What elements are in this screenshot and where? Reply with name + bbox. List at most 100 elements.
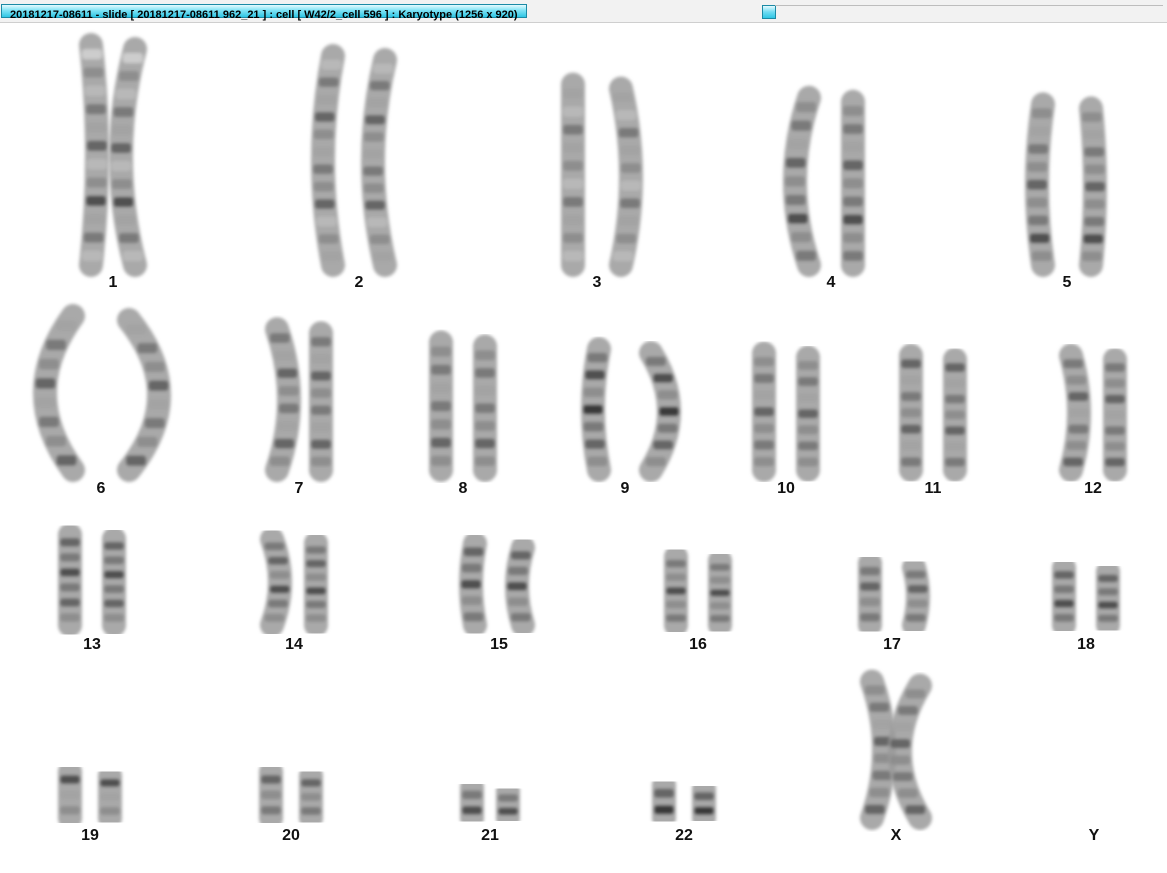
chromosome-homolog-a[interactable] [783, 85, 821, 277]
chromosome-band [666, 559, 686, 568]
chromosome-homolog-a[interactable] [663, 544, 689, 637]
chromosome-pair-y[interactable]: Y [1089, 827, 1100, 844]
chromosome-homolog-b[interactable] [609, 76, 643, 277]
chromosome-band [306, 600, 326, 609]
chromosome-homolog-a[interactable] [33, 304, 85, 482]
chromosome-homolog-b[interactable] [101, 526, 127, 637]
chromosome-homolog-a[interactable] [652, 773, 676, 830]
chromosome-homolog-b[interactable] [1096, 559, 1120, 637]
chromosome-pair-15[interactable]: 15 [459, 531, 535, 653]
chromosome-homolog-b[interactable] [505, 535, 535, 637]
chromosome-pair-16[interactable]: 16 [663, 544, 732, 653]
chromosome-band [892, 772, 913, 782]
chromosome-homolog-b[interactable] [299, 763, 323, 830]
chromosome-band [659, 406, 679, 417]
chromosome-homolog-b[interactable] [472, 334, 498, 482]
chromosome-homolog-b[interactable] [98, 763, 122, 830]
chromosome-homolog-b[interactable] [308, 321, 334, 482]
chromosome-pair-8[interactable]: 8 [428, 330, 498, 497]
chromosome-homolog-a[interactable] [460, 775, 484, 830]
chromosome-pair-4[interactable]: 4 [783, 85, 866, 291]
chromosome-homolog-a[interactable] [260, 527, 292, 637]
chromosome-band [86, 159, 107, 170]
chromosome-band [754, 440, 774, 450]
chromosome-band [872, 719, 893, 729]
chromosome-pair-14[interactable]: 14 [260, 527, 329, 653]
chromosome-homolog-a[interactable] [898, 343, 924, 482]
chromosome-pair-13[interactable]: 13 [57, 522, 127, 653]
chromosome-label: 17 [883, 636, 901, 653]
chromosome-homolog-a[interactable] [57, 522, 83, 637]
chromosome-band [796, 101, 817, 113]
chromosome-pair-22[interactable]: 22 [652, 773, 716, 844]
chromosome-homolog-a[interactable] [258, 759, 283, 830]
chromosome-homolog-b[interactable] [109, 37, 147, 277]
chromosome-band [45, 339, 66, 351]
chromosome-pair-6[interactable]: 6 [33, 304, 171, 497]
chromosome-band [901, 424, 921, 434]
chromosome-band [35, 378, 56, 389]
chromosome-homolog-a[interactable] [58, 759, 82, 830]
chromosome-band [616, 110, 637, 120]
chromosome-pair-9[interactable]: 9 [581, 337, 681, 497]
chromosome-homolog-a[interactable] [751, 341, 776, 482]
chromosome-band [1054, 613, 1074, 622]
chromosome-homolog-b[interactable] [639, 341, 681, 482]
chromosome-pair-21[interactable]: 21 [460, 775, 520, 844]
chromosome-pair-5[interactable]: 5 [1025, 92, 1107, 291]
chromosome-band [872, 770, 893, 781]
chromosome-pair-7[interactable]: 7 [265, 317, 334, 497]
chromosome-homolog-a[interactable] [1059, 343, 1091, 482]
chromosome-pair-18[interactable]: 18 [1052, 555, 1120, 653]
chromosome-homolog-b[interactable] [303, 531, 329, 637]
chromosome-homolog-a[interactable] [265, 317, 301, 482]
chromosome-pair-2[interactable]: 2 [311, 44, 397, 291]
chromosome-pair-11[interactable]: 11 [898, 343, 968, 497]
chromosome-homolog-b[interactable] [707, 548, 732, 637]
chromosome-band [587, 352, 608, 363]
chromosome-pair-x[interactable]: X [860, 669, 932, 844]
chromosome-body [33, 304, 85, 482]
chromosome-homolog-b[interactable] [840, 89, 866, 277]
chromosome-homolog-a[interactable] [311, 44, 345, 277]
chromosome-homolog-b[interactable] [361, 48, 397, 277]
chromosome-band [115, 215, 136, 225]
chromosome-homolog-b[interactable] [888, 673, 932, 830]
chromosome-homolog-a[interactable] [459, 531, 487, 637]
chromosome-pair-12[interactable]: 12 [1059, 343, 1127, 497]
chromosome-band [264, 542, 285, 551]
chromosome-homolog-a[interactable] [560, 72, 586, 277]
chromosome-body [260, 527, 292, 637]
chromosome-homolog-b[interactable] [902, 555, 930, 637]
chromosome-homolog-b[interactable] [1079, 96, 1107, 277]
chromosome-band [666, 587, 686, 595]
chromosome-pair-19[interactable]: 19 [58, 759, 122, 844]
chromosome-homolog-b[interactable] [117, 308, 171, 482]
chromosome-homolog-a[interactable] [79, 33, 109, 277]
chromosome-band [83, 232, 104, 243]
chromosome-homolog-b[interactable] [795, 345, 820, 482]
chromosome-homolog-b[interactable] [942, 347, 968, 482]
chromosome-band [268, 556, 288, 565]
chromosome-homolog-a[interactable] [428, 330, 454, 482]
chromosome-homolog-b[interactable] [1102, 347, 1127, 482]
chromosome-homolog-a[interactable] [581, 337, 611, 482]
chromosome-band [907, 585, 928, 593]
chromosome-homolog-a[interactable] [1052, 555, 1076, 637]
chromosome-band [860, 582, 880, 591]
chromosome-homolog-a[interactable] [1025, 92, 1055, 277]
chromosome-label: 9 [621, 480, 630, 497]
chromosome-band [431, 382, 451, 393]
chromosome-homolog-a[interactable] [858, 551, 882, 637]
chromosome-pair-3[interactable]: 3 [560, 72, 643, 291]
chromosome-homolog-b[interactable] [496, 779, 520, 830]
chromosome-band [890, 755, 911, 765]
chromosome-pair-20[interactable]: 20 [258, 759, 323, 844]
chromosome-pair-1[interactable]: 1 [79, 33, 147, 291]
chromosome-band [843, 196, 863, 207]
chromosome-pair-10[interactable]: 10 [751, 341, 820, 497]
chromosome-band [60, 583, 80, 592]
chromosome-band [316, 94, 337, 105]
chromosome-homolog-b[interactable] [691, 777, 716, 830]
chromosome-pair-17[interactable]: 17 [858, 551, 930, 653]
